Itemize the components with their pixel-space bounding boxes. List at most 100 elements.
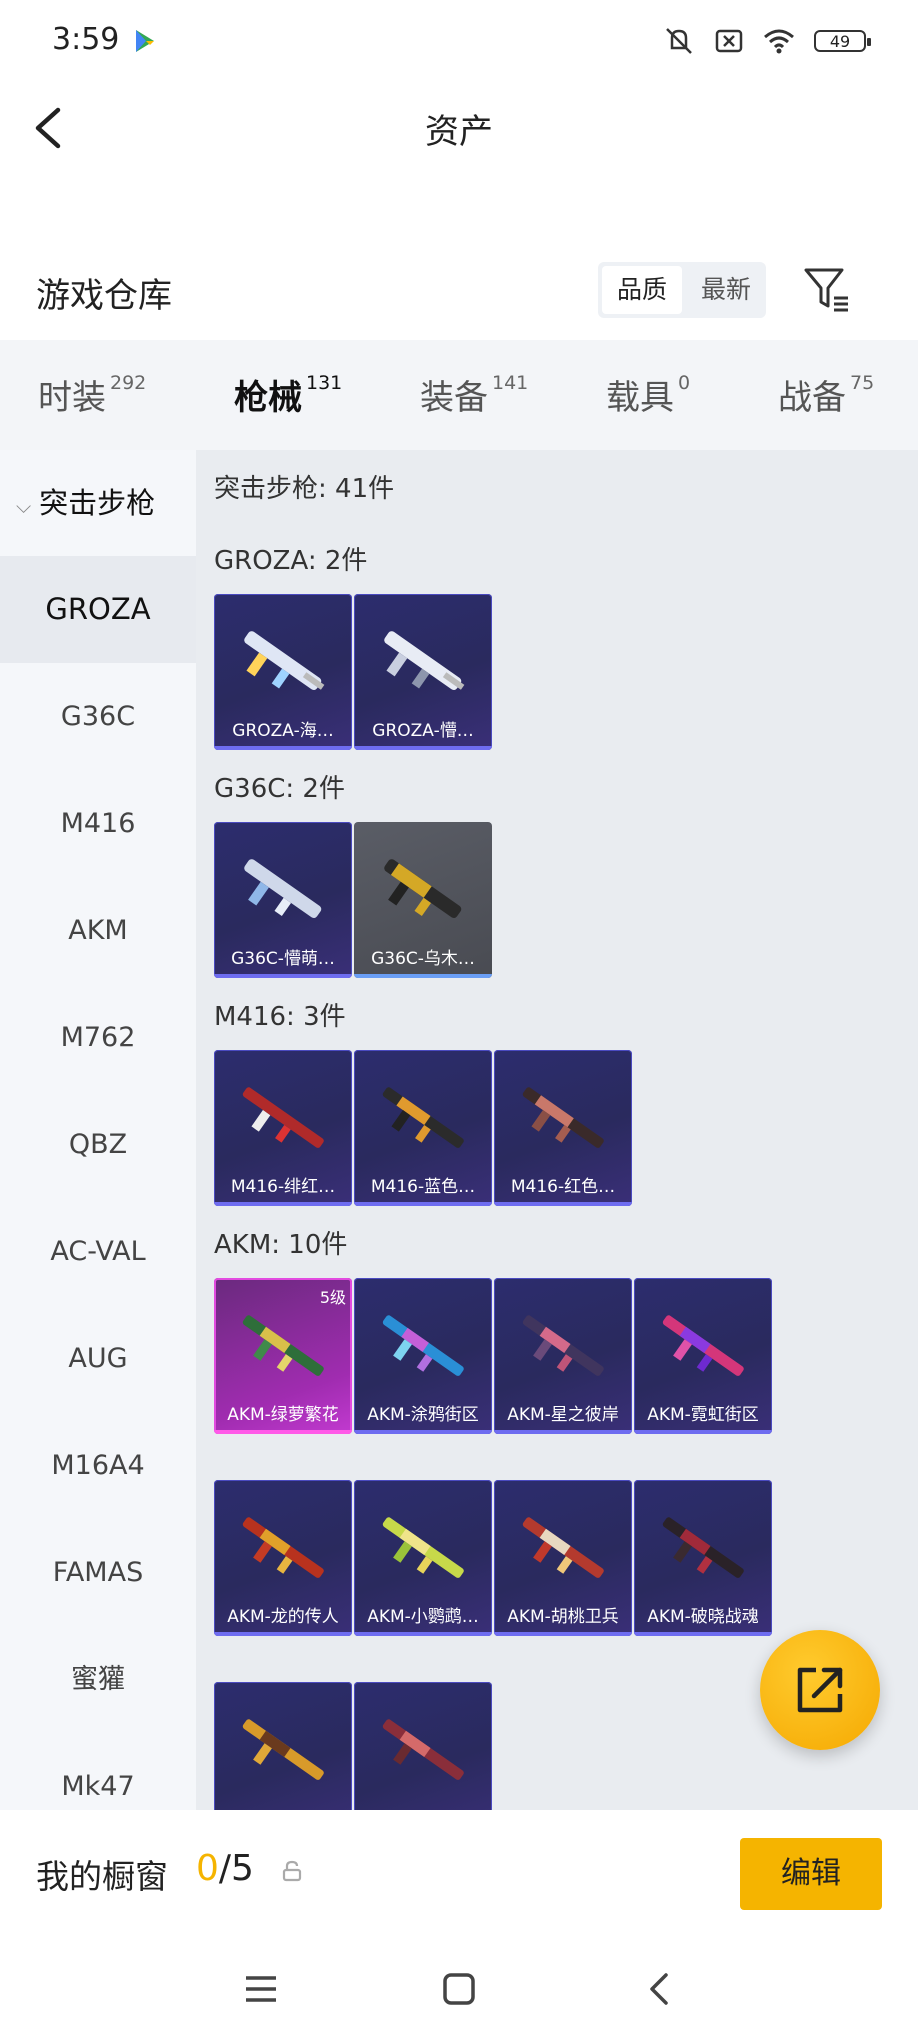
weapon-card[interactable]: AKM-胡桃卫兵 <box>494 1480 632 1636</box>
tab-equipment[interactable]: 装备 141 <box>420 370 528 419</box>
weapon-card[interactable]: AKM-龙的传人 <box>214 1480 352 1636</box>
category-tabs: 时装 292 枪械 131 装备 141 载具 0 战备 75 <box>0 340 918 460</box>
sidebar-item-m416[interactable]: M416 <box>0 770 196 877</box>
sidebar-item-m762[interactable]: M762 <box>0 984 196 1091</box>
rifle-skin-image <box>522 1315 604 1376</box>
sidebar-item-qbz[interactable]: QBZ <box>0 1091 196 1198</box>
app-header: 资产 <box>0 84 918 174</box>
sidebar-item-akm[interactable]: AKM <box>0 877 196 984</box>
sort-newest-button[interactable]: 最新 <box>686 262 766 318</box>
tab-label: 载具 <box>606 378 674 418</box>
chevron-down-icon: ⌵ <box>16 494 32 518</box>
tab-label: 时装 <box>38 378 106 418</box>
sidebar-group-assault-rifles[interactable]: ⌵ 突击步枪 <box>0 450 196 556</box>
tab-firearms[interactable]: 枪械 131 <box>234 370 343 460</box>
weapon-card[interactable] <box>354 1682 492 1810</box>
weapon-name: AKM-霓虹街区 <box>647 1405 759 1425</box>
section-title-g36c: G36C: 2件 <box>214 774 345 804</box>
sidebar-item-m16a4[interactable]: M16A4 <box>0 1412 196 1519</box>
menu-icon[interactable] <box>244 1972 278 2006</box>
lock-icon <box>282 1860 302 1882</box>
weapon-card[interactable]: AKM-涂鸦街区 <box>354 1278 492 1434</box>
tab-count: 131 <box>306 372 343 394</box>
share-button[interactable] <box>760 1630 880 1750</box>
rifle-skin-image <box>382 1517 464 1578</box>
weapon-card[interactable]: GROZA-海… <box>214 594 352 750</box>
sort-toggle: 品质 最新 <box>598 262 766 318</box>
weapon-card[interactable]: AKM-小鹦鹉… <box>354 1480 492 1636</box>
weapon-name: GROZA-懵… <box>372 721 474 741</box>
weapon-name: AKM-小鹦鹉… <box>367 1607 479 1627</box>
tab-label: 枪械 <box>234 378 302 418</box>
status-time: 3:59 <box>52 22 120 57</box>
tab-outfits[interactable]: 时装 292 <box>38 370 146 419</box>
sidebar-item-famas[interactable]: FAMAS <box>0 1519 196 1626</box>
page-title: 资产 <box>425 112 493 152</box>
weapon-name: G36C-乌木… <box>371 949 475 969</box>
weapon-sidebar: ⌵ 突击步枪 GROZA G36C M416 AKM M762 QBZ AC-VA… <box>0 450 196 1810</box>
rifle-skin-image <box>242 1087 324 1148</box>
warehouse-header: 游戏仓库 品质 最新 <box>0 248 918 338</box>
no-sim-icon <box>715 29 743 53</box>
mute-icon <box>666 28 692 54</box>
rifle-skin-image <box>522 1517 604 1578</box>
weapon-card[interactable] <box>214 1682 352 1810</box>
weapon-card[interactable]: M416-蓝色… <box>354 1050 492 1206</box>
rifle-skin-image <box>522 1087 604 1148</box>
weapon-card[interactable]: M416-绯红… <box>214 1050 352 1206</box>
rifle-skin-image <box>662 1315 744 1376</box>
tab-count: 141 <box>492 372 529 394</box>
weapon-card[interactable]: 5级 AKM-绿萝繁花 <box>214 1278 352 1434</box>
weapon-name: M416-红色… <box>510 1177 616 1197</box>
sidebar-item-g36c[interactable]: G36C <box>0 663 196 770</box>
category-summary: 突击步枪: 41件 <box>214 474 395 504</box>
warehouse-title: 游戏仓库 <box>36 276 172 316</box>
weapon-card[interactable]: M416-红色… <box>494 1050 632 1206</box>
sidebar-item-ac-val[interactable]: AC-VAL <box>0 1198 196 1305</box>
sidebar-item-aug[interactable]: AUG <box>0 1305 196 1412</box>
rifle-skin-image <box>662 1517 744 1578</box>
tab-count: 75 <box>850 372 875 394</box>
battery-indicator: 49 <box>814 30 871 52</box>
sidebar-item-honey-badger[interactable]: 蜜獾 <box>0 1626 196 1733</box>
weapon-card[interactable]: AKM-破晓战魂 <box>634 1480 772 1636</box>
filter-icon[interactable] <box>802 264 850 314</box>
weapon-name: G36C-懵萌… <box>231 949 335 969</box>
tab-supplies[interactable]: 战备 75 <box>778 370 874 419</box>
weapon-card[interactable]: G36C-懵萌… <box>214 822 352 978</box>
nav-back-icon[interactable] <box>644 1972 674 2006</box>
weapon-name: AKM-涂鸦街区 <box>367 1405 479 1425</box>
sort-quality-button[interactable]: 品质 <box>602 266 682 314</box>
weapon-card[interactable]: AKM-霓虹街区 <box>634 1278 772 1434</box>
rifle-skin-image <box>242 1517 324 1578</box>
home-icon[interactable] <box>442 1972 476 2006</box>
rifle-skin-image <box>242 1719 324 1780</box>
wifi-icon <box>764 29 794 54</box>
edit-button[interactable]: 编辑 <box>740 1838 882 1910</box>
share-external-icon <box>797 1667 843 1713</box>
rifle-skin-image <box>242 1315 324 1376</box>
sidebar-item-mk47[interactable]: Mk47 <box>0 1733 196 1810</box>
weapon-name: AKM-破晓战魂 <box>647 1607 759 1627</box>
weapon-name: AKM-龙的传人 <box>227 1607 339 1627</box>
rifle-skin-image <box>384 859 462 919</box>
tab-vehicles[interactable]: 载具 0 <box>606 370 690 419</box>
weapon-name: M416-绯红… <box>230 1177 336 1197</box>
status-bar: 3:59 49 <box>0 0 918 84</box>
rifle-skin-image <box>244 631 325 691</box>
weapon-name: AKM-胡桃卫兵 <box>507 1607 619 1627</box>
weapon-card[interactable]: AKM-星之彼岸 <box>494 1278 632 1434</box>
section-title-akm: AKM: 10件 <box>214 1230 348 1260</box>
weapon-card[interactable]: GROZA-懵… <box>354 594 492 750</box>
sidebar-group-label: 突击步枪 <box>39 486 156 520</box>
showcase-bar: 我的橱窗 0/5 编辑 <box>0 1810 918 1940</box>
section-title-m416: M416: 3件 <box>214 1002 346 1032</box>
rifle-skin-image <box>382 1087 464 1148</box>
weapon-card[interactable]: G36C-乌木… <box>354 822 492 978</box>
weapon-name: AKM-星之彼岸 <box>507 1405 619 1425</box>
showcase-total: /5 <box>218 1848 254 1889</box>
weapon-grid: 突击步枪: 41件 GROZA: 2件 GROZA-海… GROZA-懵… G3… <box>196 450 918 1810</box>
showcase-count: 0/5 <box>196 1848 254 1889</box>
section-title-groza: GROZA: 2件 <box>214 546 368 576</box>
sidebar-item-groza[interactable]: GROZA <box>0 556 196 663</box>
